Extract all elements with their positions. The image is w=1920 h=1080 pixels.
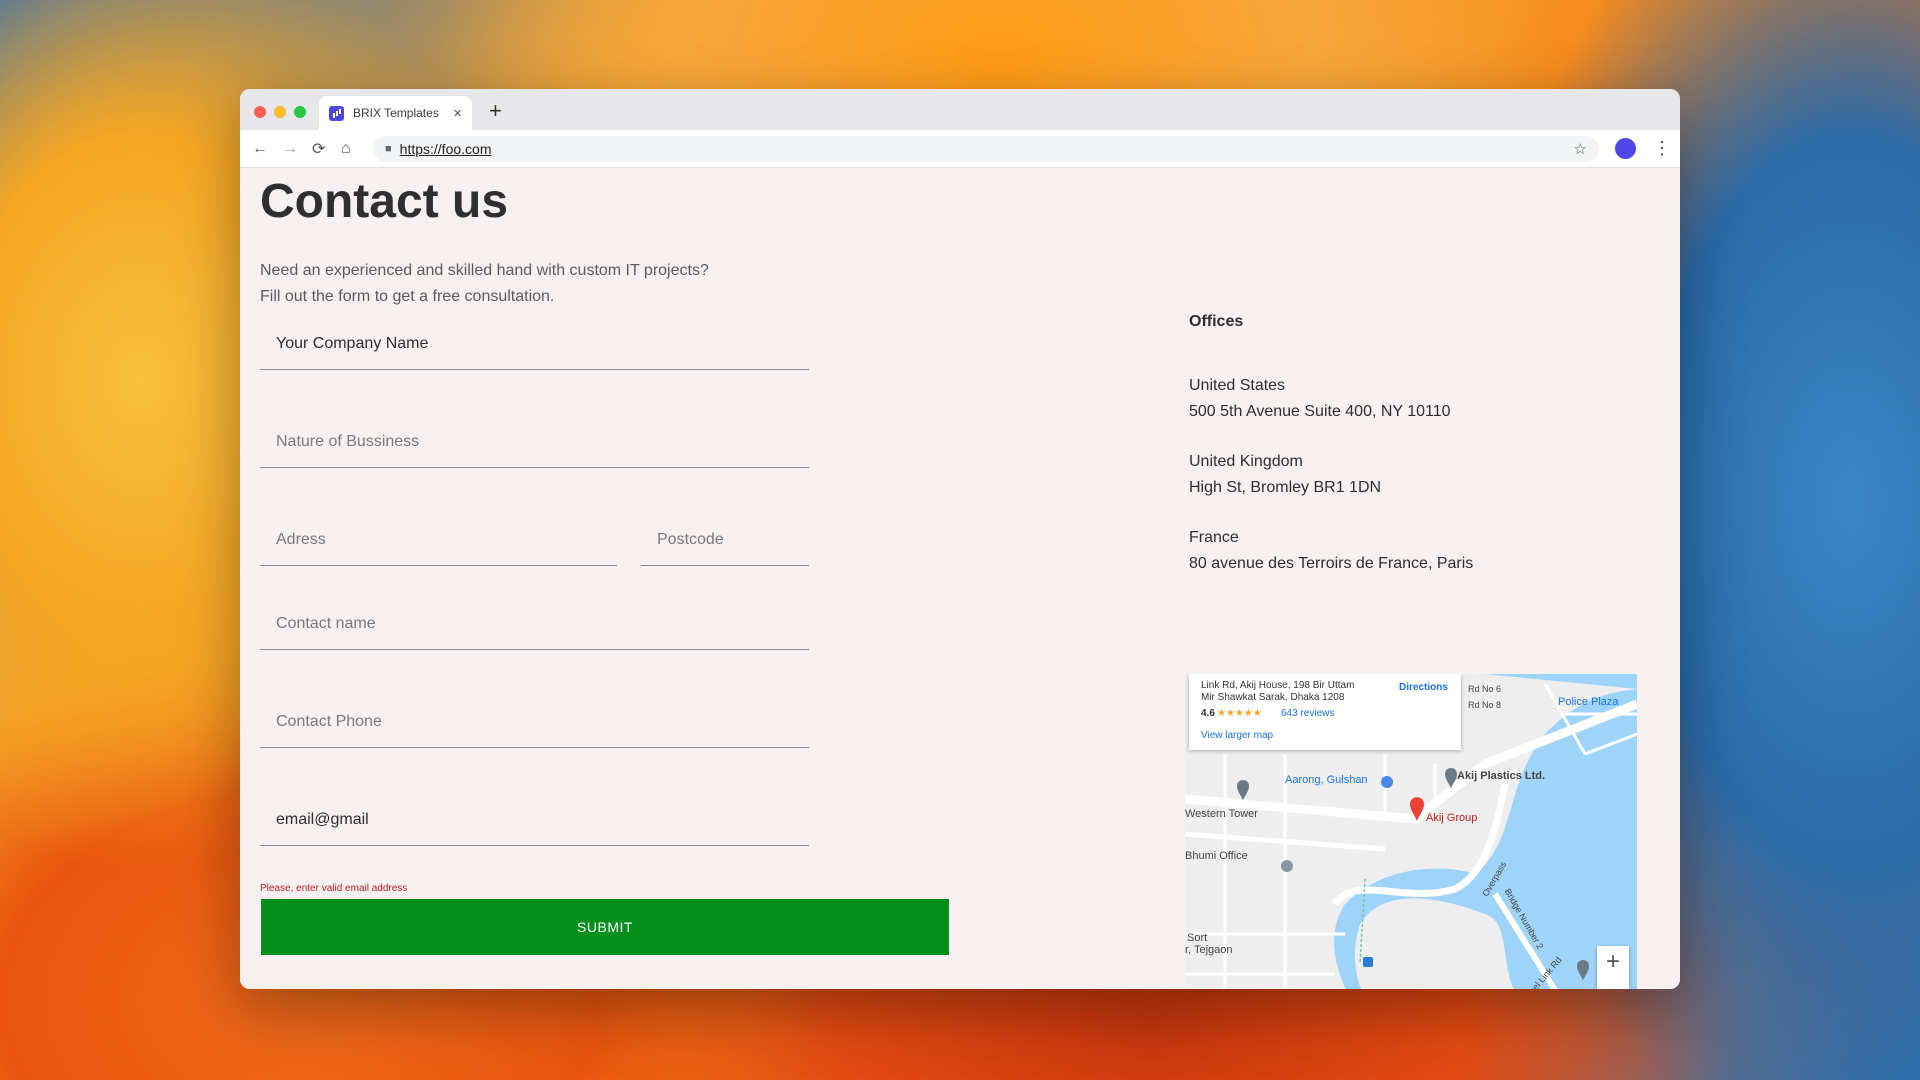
office-address: 80 avenue des Terroirs de France, Paris xyxy=(1189,555,1474,572)
minimize-window-button[interactable] xyxy=(274,106,286,118)
tab-bar: BRIX Templates × + xyxy=(240,89,1680,130)
place-rating: 4.6 xyxy=(1201,708,1215,719)
tab-close-icon[interactable]: × xyxy=(453,105,462,122)
company-name-input[interactable] xyxy=(260,319,809,369)
contact-phone-field xyxy=(260,697,809,748)
zoom-out-button[interactable]: − xyxy=(1597,978,1629,989)
page-title: Contact us xyxy=(260,175,509,228)
nature-of-business-input[interactable] xyxy=(260,417,809,467)
map-label-rd-no6: Rd No 6 xyxy=(1468,684,1502,694)
home-icon[interactable]: ⌂ xyxy=(341,130,351,167)
map-label-akij-group: Akij Group xyxy=(1426,812,1478,824)
office-country: United States xyxy=(1189,377,1286,394)
map-label-western-tower: Western Tower xyxy=(1185,808,1258,820)
intro-line-1: Need an experienced and skilled hand wit… xyxy=(260,262,709,279)
office-country: France xyxy=(1189,529,1239,546)
place-address: Link Rd, Akij House, 198 Bir Uttam Mir S… xyxy=(1201,680,1355,703)
address-bar[interactable]: ■ https://foo.com ☆ xyxy=(373,136,1599,162)
contact-name-field xyxy=(260,599,809,650)
browser-menu-icon[interactable]: ⋮ xyxy=(1653,137,1671,159)
contact-phone-input[interactable] xyxy=(260,697,809,747)
back-arrow-icon[interactable]: ← xyxy=(252,130,268,167)
page-content: Contact us Need an experienced and skill… xyxy=(240,168,1680,989)
map-zoom-control: + − xyxy=(1597,946,1629,989)
postcode-field xyxy=(641,515,809,566)
zoom-in-button[interactable]: + xyxy=(1597,946,1629,978)
map-label-rd-no8: Rd No 8 xyxy=(1468,700,1502,710)
rating-stars-icon: ★★★★★ xyxy=(1217,708,1262,719)
view-larger-map-link[interactable]: View larger map xyxy=(1201,730,1273,741)
url-text: https://foo.com xyxy=(399,141,492,157)
email-field xyxy=(260,795,809,846)
office-address: High St, Bromley BR1 1DN xyxy=(1189,479,1382,496)
browser-window: BRIX Templates × + ← → ⟳ ⌂ ■ https://foo… xyxy=(240,89,1680,989)
reload-icon[interactable]: ⟳ xyxy=(312,130,325,167)
map-label-akij-plastics: Akij Plastics Ltd. xyxy=(1457,770,1546,782)
bookmark-star-icon[interactable]: ☆ xyxy=(1574,140,1587,158)
brix-favicon-icon xyxy=(329,105,344,121)
directions-link[interactable]: Directions xyxy=(1399,682,1448,693)
map-label-sort: Sort xyxy=(1187,932,1208,944)
forward-arrow-icon[interactable]: → xyxy=(282,130,298,167)
browser-toolbar: ← → ⟳ ⌂ ■ https://foo.com ☆ ⋮ xyxy=(240,130,1680,168)
email-input[interactable] xyxy=(260,795,809,845)
place-info-card: Link Rd, Akij House, 198 Bir Uttam Mir S… xyxy=(1189,674,1461,750)
address-input[interactable] xyxy=(260,515,617,565)
office-country: United Kingdom xyxy=(1189,453,1303,470)
business-field xyxy=(260,417,809,468)
office-item-france: France 80 avenue des Terroirs de France,… xyxy=(1189,525,1473,577)
office-item-uk: United Kingdom High St, Bromley BR1 1DN xyxy=(1189,449,1473,501)
profile-avatar[interactable] xyxy=(1615,138,1636,159)
close-window-button[interactable] xyxy=(254,106,266,118)
email-error-message: Please, enter valid email address xyxy=(260,883,408,894)
reviews-link[interactable]: 643 reviews xyxy=(1281,708,1334,719)
offices-section: Offices United States 500 5th Avenue Sui… xyxy=(1189,313,1473,601)
postcode-input[interactable] xyxy=(641,515,809,565)
tab-title: BRIX Templates xyxy=(353,106,439,120)
browser-tab[interactable]: BRIX Templates × xyxy=(319,96,472,130)
contact-name-input[interactable] xyxy=(260,599,809,649)
address-field xyxy=(260,515,617,566)
intro-text: Need an experienced and skilled hand wit… xyxy=(260,258,709,310)
maximize-window-button[interactable] xyxy=(294,106,306,118)
office-address: 500 5th Avenue Suite 400, NY 10110 xyxy=(1189,403,1451,420)
offices-heading: Offices xyxy=(1189,313,1244,330)
office-item-us: United States 500 5th Avenue Suite 400, … xyxy=(1189,373,1473,425)
intro-line-2: Fill out the form to get a free consulta… xyxy=(260,288,555,305)
map-label-aarong: Aarong, Gulshan xyxy=(1285,774,1368,786)
company-field xyxy=(260,319,809,370)
map-label-tejgaon: r, Tejgaon xyxy=(1185,944,1233,956)
window-controls xyxy=(254,106,306,118)
new-tab-button[interactable]: + xyxy=(489,96,502,126)
embedded-map[interactable]: Link Rd, Akij House, 198 Bir Uttam Mir S… xyxy=(1185,674,1637,989)
map-label-police-plaza: Police Plaza xyxy=(1558,696,1619,708)
lock-icon: ■ xyxy=(385,143,392,155)
map-label-bhumi-office: Bhumi Office xyxy=(1185,850,1248,862)
submit-button[interactable]: SUBMIT xyxy=(261,899,949,955)
